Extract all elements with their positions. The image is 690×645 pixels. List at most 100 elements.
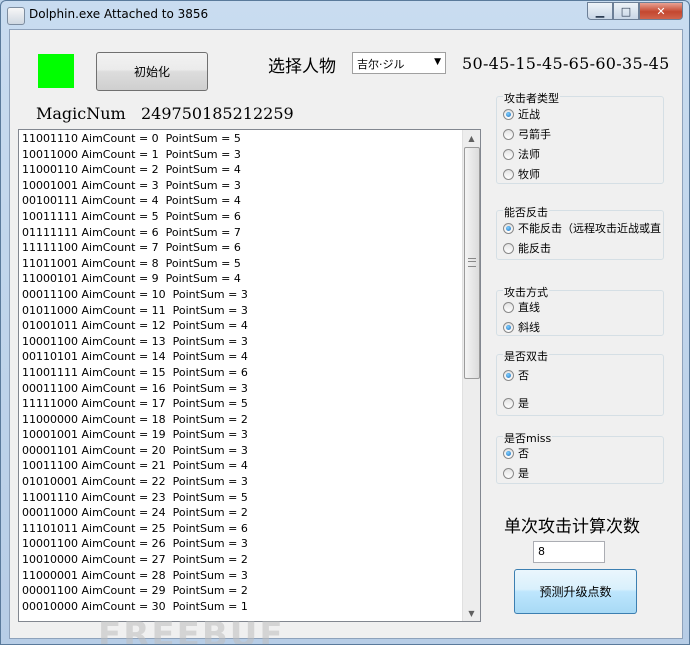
counter-title: 能否反击 xyxy=(503,204,549,220)
list-item[interactable]: 00011100 AimCount = 10 PointSum = 3 xyxy=(22,287,462,303)
miss-option-1[interactable]: 是 xyxy=(503,465,529,481)
radio-icon xyxy=(503,108,514,120)
minimize-button[interactable]: ▁ xyxy=(587,2,613,20)
double-hit-option-0[interactable]: 否 xyxy=(503,367,529,383)
list-item[interactable]: 11001110 AimCount = 0 PointSum = 5 xyxy=(22,131,462,147)
double-hit-option-1[interactable]: 是 xyxy=(503,395,529,411)
attacker-option-3[interactable]: 牧师 xyxy=(503,166,540,182)
vertical-scrollbar[interactable]: ▲ ▼ xyxy=(462,130,480,621)
option-label: 否 xyxy=(518,369,529,382)
hex-value: 50-45-15-45-65-60-35-45 xyxy=(462,54,670,73)
list-item[interactable]: 10011111 AimCount = 5 PointSum = 6 xyxy=(22,209,462,225)
option-label: 弓箭手 xyxy=(518,128,551,141)
list-item[interactable]: 11001110 AimCount = 23 PointSum = 5 xyxy=(22,490,462,506)
radio-icon xyxy=(503,321,514,333)
status-indicator xyxy=(38,54,74,88)
miss-title: 是否miss xyxy=(503,430,553,446)
radio-icon xyxy=(503,369,514,381)
option-label: 近战 xyxy=(518,108,540,121)
list-item[interactable]: 10001001 AimCount = 19 PointSum = 3 xyxy=(22,427,462,443)
radio-icon xyxy=(503,242,514,254)
list-item[interactable]: 00001100 AimCount = 29 PointSum = 2 xyxy=(22,583,462,599)
list-item[interactable]: 00010000 AimCount = 30 PointSum = 1 xyxy=(22,599,462,615)
counter-option-0[interactable]: 不能反击（远程攻击近战或直 xyxy=(503,220,661,236)
option-label: 是 xyxy=(518,397,529,410)
predict-button[interactable]: 预测升级点数 xyxy=(514,569,637,614)
attack-mode-group: 攻击方式 直线 斜线 xyxy=(496,284,664,336)
attack-mode-option-0[interactable]: 直线 xyxy=(503,299,540,315)
list-item[interactable]: 10010000 AimCount = 27 PointSum = 2 xyxy=(22,552,462,568)
list-item[interactable]: 10001100 AimCount = 13 PointSum = 3 xyxy=(22,334,462,350)
character-select-value: 吉尔·ジル xyxy=(357,58,405,71)
attacker-type-title: 攻击者类型 xyxy=(503,90,560,106)
maximize-button[interactable]: □ xyxy=(613,2,639,20)
grip-icon xyxy=(468,258,476,267)
option-label: 是 xyxy=(518,467,529,480)
list-item[interactable]: 01111111 AimCount = 6 PointSum = 7 xyxy=(22,225,462,241)
scroll-thumb[interactable] xyxy=(464,147,480,379)
scroll-down-icon[interactable]: ▼ xyxy=(464,605,479,621)
radio-icon xyxy=(503,447,514,459)
miss-option-0[interactable]: 否 xyxy=(503,445,529,461)
magic-num-label: MagicNum xyxy=(36,104,126,123)
list-item[interactable]: 10011100 AimCount = 21 PointSum = 4 xyxy=(22,458,462,474)
double-hit-title: 是否双击 xyxy=(503,348,549,364)
miss-group: 是否miss 否 是 xyxy=(496,430,664,484)
option-label: 斜线 xyxy=(518,321,540,334)
select-character-label: 选择人物 xyxy=(268,57,336,77)
list-item[interactable]: 01010001 AimCount = 22 PointSum = 3 xyxy=(22,474,462,490)
character-select[interactable]: 吉尔·ジル ▼ xyxy=(352,52,446,74)
list-item[interactable]: 00110101 AimCount = 14 PointSum = 4 xyxy=(22,349,462,365)
radio-icon xyxy=(503,222,514,234)
attacker-option-2[interactable]: 法师 xyxy=(503,146,540,162)
counter-group: 能否反击 不能反击（远程攻击近战或直 能反击 xyxy=(496,204,664,260)
list-item[interactable]: 11111000 AimCount = 17 PointSum = 5 xyxy=(22,396,462,412)
attack-count-input[interactable]: 8 xyxy=(533,541,605,563)
list-item[interactable]: 11111100 AimCount = 7 PointSum = 6 xyxy=(22,240,462,256)
client-area: 初始化 选择人物 吉尔·ジル ▼ 50-45-15-45-65-60-35-45… xyxy=(9,29,683,644)
chevron-down-icon: ▼ xyxy=(434,57,441,67)
close-button[interactable]: ✕ xyxy=(639,2,683,20)
list-item[interactable]: 00011000 AimCount = 24 PointSum = 2 xyxy=(22,505,462,521)
radio-icon xyxy=(503,148,514,160)
result-listbox[interactable]: 11001110 AimCount = 0 PointSum = 5 100110… xyxy=(18,129,481,622)
list-item[interactable]: 01001011 AimCount = 12 PointSum = 4 xyxy=(22,318,462,334)
list-item[interactable]: 11101011 AimCount = 25 PointSum = 6 xyxy=(22,521,462,537)
radio-icon xyxy=(503,467,514,479)
attack-mode-option-1[interactable]: 斜线 xyxy=(503,319,540,335)
list-item[interactable]: 11000101 AimCount = 9 PointSum = 4 xyxy=(22,271,462,287)
list-item[interactable]: 11001111 AimCount = 15 PointSum = 6 xyxy=(22,365,462,381)
attack-mode-title: 攻击方式 xyxy=(503,284,549,300)
list-item[interactable]: 10011000 AimCount = 1 PointSum = 3 xyxy=(22,147,462,163)
option-label: 牧师 xyxy=(518,168,540,181)
option-label: 直线 xyxy=(518,301,540,314)
init-button[interactable]: 初始化 xyxy=(96,52,208,91)
list-item[interactable]: 00001101 AimCount = 20 PointSum = 3 xyxy=(22,443,462,459)
list-item[interactable]: 00011100 AimCount = 16 PointSum = 3 xyxy=(22,381,462,397)
option-label: 法师 xyxy=(518,148,540,161)
title-bar[interactable]: Dolphin.exe Attached to 3856 ▁ □ ✕ xyxy=(1,1,689,29)
app-window: Dolphin.exe Attached to 3856 ▁ □ ✕ 初始化 选… xyxy=(0,0,690,645)
list-item[interactable]: 11011001 AimCount = 8 PointSum = 5 xyxy=(22,256,462,272)
scroll-up-icon[interactable]: ▲ xyxy=(464,130,479,146)
list-item[interactable]: 01011000 AimCount = 11 PointSum = 3 xyxy=(22,303,462,319)
list-item[interactable]: 10001001 AimCount = 3 PointSum = 3 xyxy=(22,178,462,194)
list-item[interactable]: 10001100 AimCount = 26 PointSum = 3 xyxy=(22,536,462,552)
list-item[interactable]: 00100111 AimCount = 4 PointSum = 4 xyxy=(22,193,462,209)
radio-icon xyxy=(503,301,514,313)
list-item[interactable]: 11000110 AimCount = 2 PointSum = 4 xyxy=(22,162,462,178)
list-item[interactable]: 11000000 AimCount = 18 PointSum = 2 xyxy=(22,412,462,428)
option-label: 能反击 xyxy=(518,242,551,255)
radio-icon xyxy=(503,128,514,140)
attacker-option-1[interactable]: 弓箭手 xyxy=(503,126,551,142)
attacker-option-0[interactable]: 近战 xyxy=(503,106,540,122)
window-title: Dolphin.exe Attached to 3856 xyxy=(29,7,209,21)
watermark-text: FREEBUF xyxy=(98,615,285,645)
list-item[interactable]: 11000001 AimCount = 28 PointSum = 3 xyxy=(22,568,462,584)
result-list: 11001110 AimCount = 0 PointSum = 5 100110… xyxy=(22,131,462,614)
counter-option-1[interactable]: 能反击 xyxy=(503,240,551,256)
option-label: 不能反击（远程攻击近战或直 xyxy=(518,222,661,235)
option-label: 否 xyxy=(518,447,529,460)
magic-num: MagicNum 249750185212259 xyxy=(36,104,294,123)
radio-icon xyxy=(503,168,514,180)
